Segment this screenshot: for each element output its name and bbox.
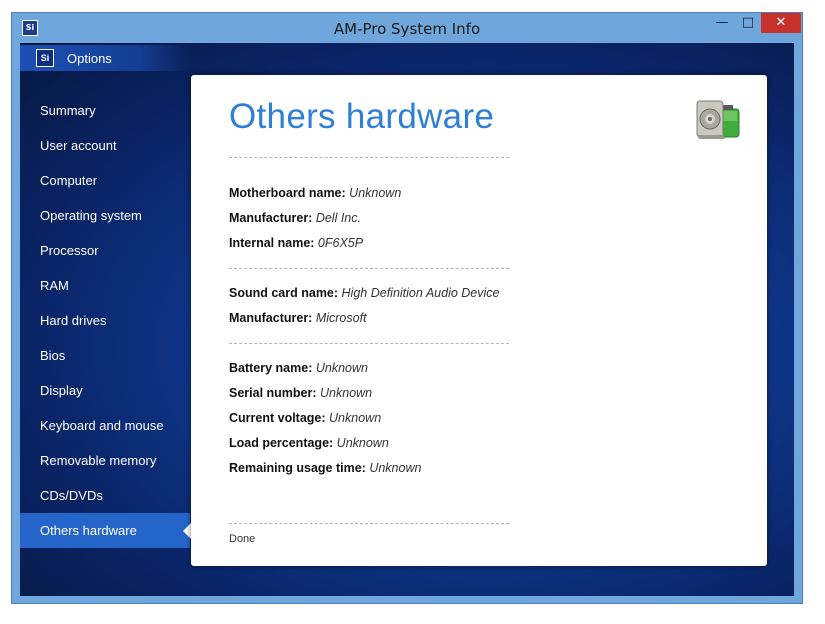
sidebar-item-label: Hard drives <box>40 313 107 328</box>
sidebar-item-label: User account <box>40 138 117 153</box>
sidebar-nav: Summary User account Computer Operating … <box>20 93 191 548</box>
minimize-icon: — <box>715 15 729 30</box>
battery-name-row: Battery name: Unknown <box>229 361 368 375</box>
divider <box>229 523 509 524</box>
divider <box>229 157 509 158</box>
sidebar-item-label: Removable memory <box>40 453 157 468</box>
sound-manufacturer-row: Manufacturer: Microsoft <box>229 311 367 325</box>
content-panel: Others hardware Motherboard name: Unknow… <box>191 75 767 566</box>
app-window: Si AM-Pro System Info — □ ✕ Si Options S… <box>11 12 803 604</box>
field-label: Motherboard name: <box>229 186 346 200</box>
sidebar-item-label: Display <box>40 383 83 398</box>
field-label: Internal name: <box>229 236 315 250</box>
maximize-button[interactable]: □ <box>735 13 761 33</box>
sidebar-item-label: Others hardware <box>40 523 137 538</box>
field-value: Dell Inc. <box>315 211 361 225</box>
status-text: Done <box>229 533 256 545</box>
close-button[interactable]: ✕ <box>761 13 801 33</box>
field-label: Current voltage: <box>229 411 326 425</box>
serial-number-row: Serial number: Unknown <box>229 386 372 400</box>
divider <box>229 268 509 269</box>
motherboard-name-row: Motherboard name: Unknown <box>229 186 401 200</box>
sidebar-item-computer[interactable]: Computer <box>20 163 190 198</box>
window-title: AM-Pro System Info <box>333 20 481 38</box>
sidebar-item-label: RAM <box>40 278 69 293</box>
sidebar-item-keyboard-and-mouse[interactable]: Keyboard and mouse <box>20 408 190 443</box>
close-icon: ✕ <box>775 15 787 30</box>
field-value: 0F6X5P <box>317 236 364 250</box>
minimize-button[interactable]: — <box>709 13 735 33</box>
active-pointer-icon <box>183 523 191 539</box>
title-bar[interactable]: Si AM-Pro System Info — □ ✕ <box>12 13 802 43</box>
field-value: Unknown <box>315 361 368 375</box>
client-area: Si Options Summary User account Computer… <box>20 43 794 596</box>
sidebar-item-label: Computer <box>40 173 98 188</box>
field-value: Unknown <box>320 386 373 400</box>
field-label: Manufacturer: <box>229 311 313 325</box>
field-label: Sound card name: <box>229 286 339 300</box>
sidebar-item-label: Summary <box>40 103 96 118</box>
field-value: Unknown <box>349 186 402 200</box>
remaining-usage-time-row: Remaining usage time: Unknown <box>229 461 421 475</box>
sidebar-item-user-account[interactable]: User account <box>20 128 190 163</box>
sidebar-item-cds-dvds[interactable]: CDs/DVDs <box>20 478 190 513</box>
field-label: Load percentage: <box>229 436 334 450</box>
sidebar-item-processor[interactable]: Processor <box>20 233 190 268</box>
sidebar-item-label: CDs/DVDs <box>40 488 103 503</box>
sidebar-item-label: Processor <box>40 243 99 258</box>
sidebar-item-operating-system[interactable]: Operating system <box>20 198 190 233</box>
page-title: Others hardware <box>229 97 495 136</box>
options-label: Options <box>67 51 112 66</box>
motherboard-manufacturer-row: Manufacturer: Dell Inc. <box>229 211 361 225</box>
sidebar-item-label: Bios <box>40 348 66 363</box>
sidebar-item-bios[interactable]: Bios <box>20 338 190 373</box>
sidebar-item-removable-memory[interactable]: Removable memory <box>20 443 190 478</box>
sound-card-name-row: Sound card name: High Definition Audio D… <box>229 286 499 300</box>
field-label: Remaining usage time: <box>229 461 366 475</box>
motherboard-internal-name-row: Internal name: 0F6X5P <box>229 236 363 250</box>
load-percentage-row: Load percentage: Unknown <box>229 436 389 450</box>
options-logo: Si <box>36 49 54 67</box>
current-voltage-row: Current voltage: Unknown <box>229 411 381 425</box>
field-value: Unknown <box>336 436 389 450</box>
sidebar-item-others-hardware[interactable]: Others hardware <box>20 513 191 548</box>
divider <box>229 343 509 344</box>
field-value: Microsoft <box>315 311 367 325</box>
sidebar-item-label: Keyboard and mouse <box>40 418 164 433</box>
sidebar-item-label: Operating system <box>40 208 142 223</box>
sidebar-item-hard-drives[interactable]: Hard drives <box>20 303 190 338</box>
sidebar-item-ram[interactable]: RAM <box>20 268 190 303</box>
field-label: Serial number: <box>229 386 317 400</box>
field-label: Manufacturer: <box>229 211 313 225</box>
options-header[interactable]: Si Options <box>20 45 190 71</box>
sidebar-item-display[interactable]: Display <box>20 373 190 408</box>
field-value: High Definition Audio Device <box>341 286 500 300</box>
field-value: Unknown <box>329 411 382 425</box>
field-label: Battery name: <box>229 361 313 375</box>
speaker-battery-icon <box>696 100 740 139</box>
field-value: Unknown <box>369 461 422 475</box>
sidebar-item-summary[interactable]: Summary <box>20 93 190 128</box>
maximize-icon: □ <box>741 15 755 30</box>
